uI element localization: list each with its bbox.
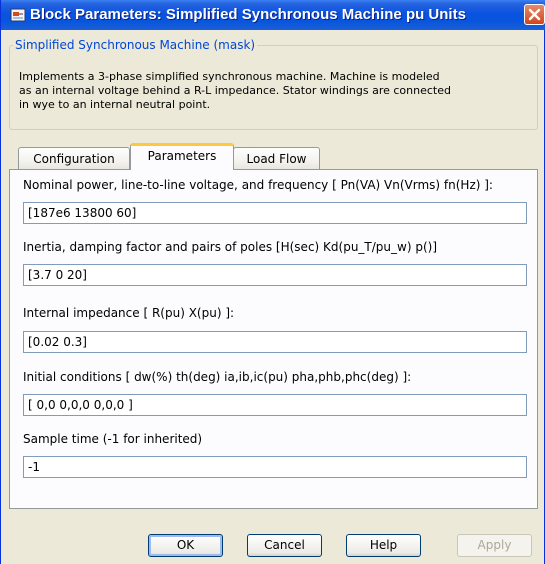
simulink-block-icon: [10, 7, 26, 23]
description-line: in wye to an internal neutral point.: [19, 98, 211, 111]
inertia-field[interactable]: [3.7 0 20]: [23, 264, 527, 286]
internal-impedance-field[interactable]: [0.02 0.3]: [23, 331, 527, 353]
close-button[interactable]: [524, 4, 545, 25]
inertia-label: Inertia, damping factor and pairs of pol…: [23, 240, 437, 254]
dialog-window: Block Parameters: Simplified Synchronous…: [0, 0, 545, 564]
mask-legend: Simplified Synchronous Machine (mask): [15, 38, 256, 52]
tab-load-flow[interactable]: Load Flow: [233, 147, 320, 169]
ok-button[interactable]: OK: [148, 534, 223, 557]
initial-conditions-field[interactable]: [ 0,0 0,0,0 0,0,0 ]: [23, 394, 527, 416]
description-line: Implements a 3-phase simplified synchron…: [19, 70, 440, 83]
nominal-values-field[interactable]: [187e6 13800 60]: [23, 202, 527, 224]
internal-impedance-label: Internal impedance [ R(pu) X(pu) ]:: [23, 306, 235, 320]
mask-description: Implements a 3-phase simplified synchron…: [19, 70, 524, 112]
cancel-button[interactable]: Cancel: [247, 534, 322, 557]
close-icon: [528, 8, 541, 21]
sample-time-field[interactable]: -1: [23, 456, 527, 478]
apply-button[interactable]: Apply: [457, 534, 532, 557]
window-title: Block Parameters: Simplified Synchronous…: [30, 6, 466, 23]
sample-time-label: Sample time (-1 for inherited): [23, 432, 203, 446]
initial-conditions-label: Initial conditions [ dw(%) th(deg) ia,ib…: [23, 370, 412, 384]
description-line: as an internal voltage behind a R-L impe…: [19, 84, 451, 97]
nominal-values-label: Nominal power, line-to-line voltage, and…: [23, 178, 493, 192]
tab-parameters[interactable]: Parameters: [130, 143, 234, 170]
tab-configuration[interactable]: Configuration: [18, 147, 130, 169]
help-button[interactable]: Help: [346, 534, 421, 557]
title-bar[interactable]: Block Parameters: Simplified Synchronous…: [1, 0, 545, 30]
